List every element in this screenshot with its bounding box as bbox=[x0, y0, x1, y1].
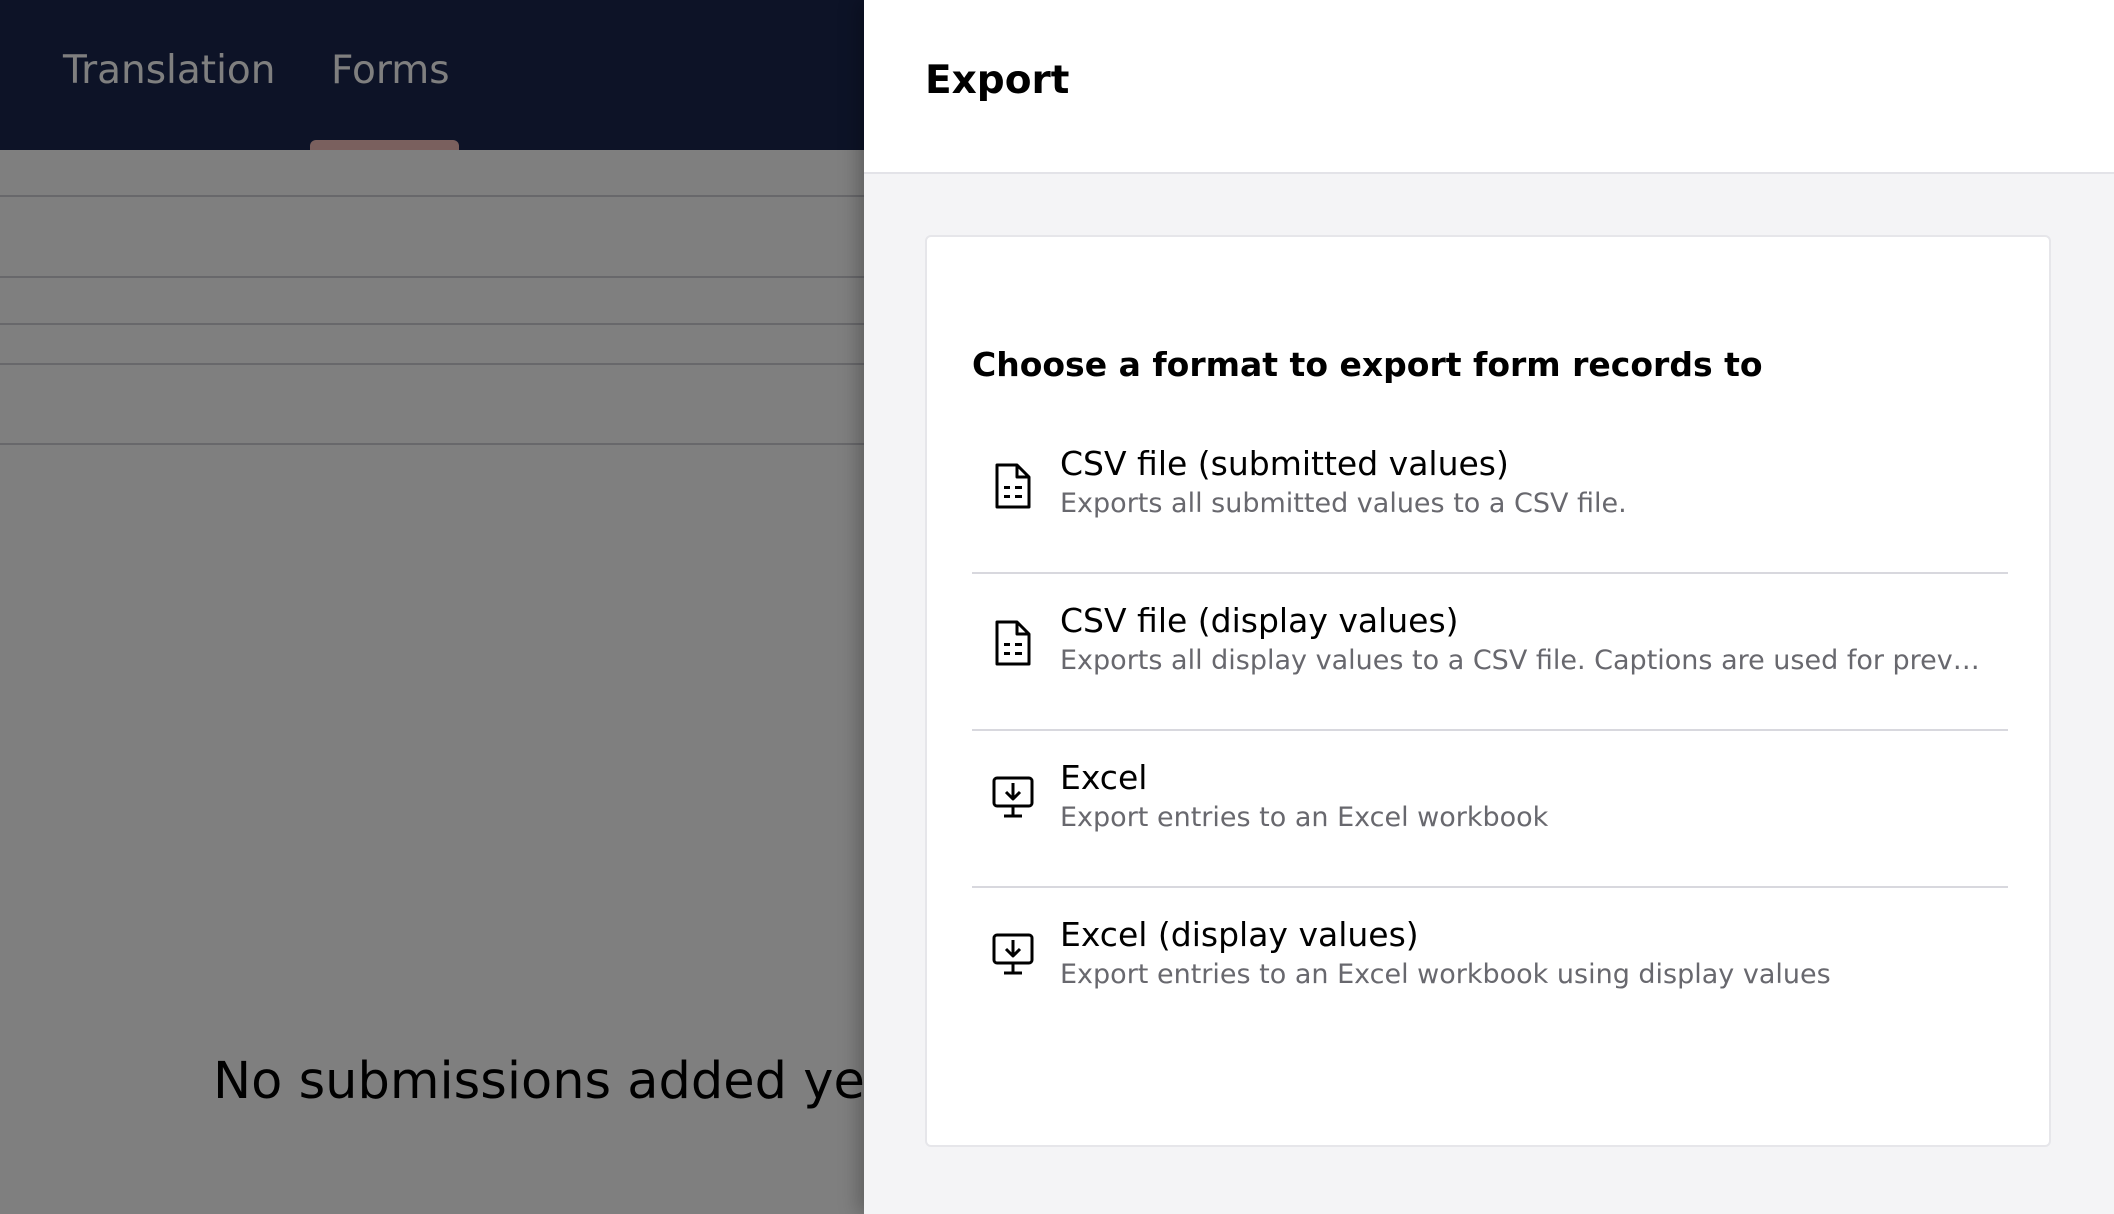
export-option-excel[interactable]: Excel Export entries to an Excel workboo… bbox=[972, 732, 2008, 888]
option-title: CSV file (display values) bbox=[1060, 601, 1459, 640]
csv-file-icon bbox=[995, 463, 1031, 509]
export-option-excel-display[interactable]: Excel (display values) Export entries to… bbox=[972, 889, 2008, 1045]
option-description: Exports all display values to a CSV file… bbox=[1060, 645, 1990, 676]
option-title: CSV file (submitted values) bbox=[1060, 444, 1509, 483]
csv-file-icon bbox=[995, 620, 1031, 666]
export-options-box: Choose a format to export form records t… bbox=[925, 235, 2051, 1147]
option-title: Excel bbox=[1060, 758, 1148, 797]
option-description: Exports all submitted values to a CSV fi… bbox=[1060, 488, 1627, 519]
export-option-csv-submitted[interactable]: CSV file (submitted values) Exports all … bbox=[972, 418, 2008, 574]
option-description: Export entries to an Excel workbook usin… bbox=[1060, 959, 1831, 990]
export-panel: Export Choose a format to export form re… bbox=[864, 0, 2114, 1214]
panel-header: Export bbox=[864, 0, 2114, 174]
monitor-download-icon bbox=[992, 933, 1034, 975]
export-options-heading: Choose a format to export form records t… bbox=[972, 345, 1763, 384]
option-description: Export entries to an Excel workbook bbox=[1060, 802, 1549, 833]
monitor-download-icon bbox=[992, 776, 1034, 818]
option-title: Excel (display values) bbox=[1060, 915, 1419, 954]
panel-title: Export bbox=[925, 58, 1070, 103]
export-option-csv-display[interactable]: CSV file (display values) Exports all di… bbox=[972, 575, 2008, 731]
